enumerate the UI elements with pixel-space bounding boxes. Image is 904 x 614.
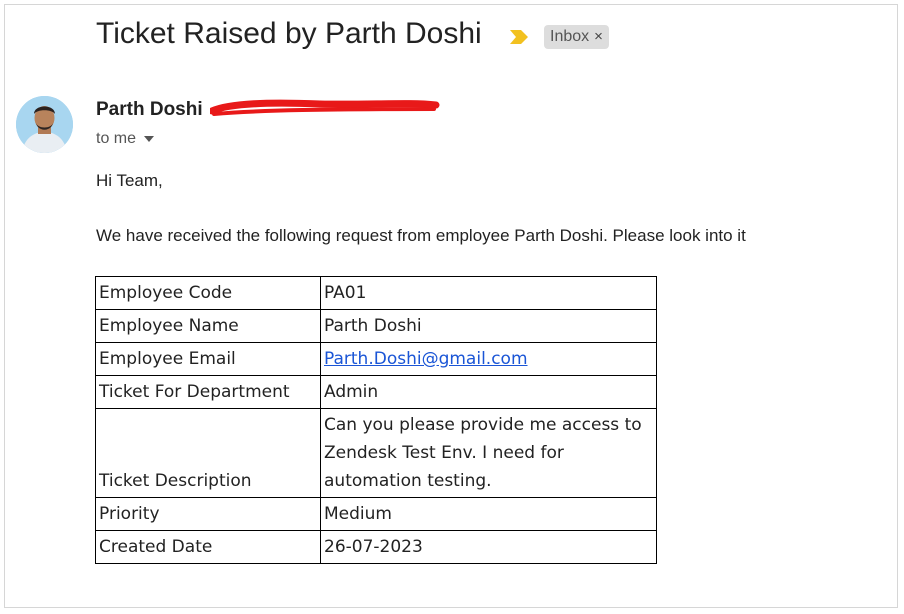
created-date-value: 26-07-2023 (320, 530, 657, 564)
ticket-details-table: Employee Code PA01 Employee Name Parth D… (95, 276, 657, 564)
table-row: Employee Name Parth Doshi (95, 309, 657, 343)
description-label: Ticket Description (95, 408, 321, 498)
inbox-label: Inbox × (544, 25, 609, 49)
table-row: Created Date 26-07-2023 (95, 530, 657, 564)
inbox-label-text: Inbox (550, 28, 590, 45)
description-line: Can you please provide me access to (324, 415, 642, 435)
importance-marker-icon[interactable] (509, 29, 529, 45)
employee-code-value: PA01 (320, 276, 657, 310)
sender-avatar[interactable] (16, 96, 73, 153)
table-row: Employee Email Parth.Doshi@gmail.com (95, 342, 657, 376)
employee-name-value: Parth Doshi (320, 309, 657, 343)
email-greeting: Hi Team, (96, 171, 163, 190)
email-subject: Ticket Raised by Parth Doshi (96, 17, 482, 50)
chevron-down-icon[interactable] (144, 135, 155, 142)
employee-email-cell: Parth.Doshi@gmail.com (320, 342, 657, 376)
description-line: automation testing. (324, 471, 492, 491)
description-line: Zendesk Test Env. I need for (324, 443, 564, 463)
priority-label: Priority (95, 497, 321, 531)
table-row: Ticket For Department Admin (95, 375, 657, 409)
department-value: Admin (320, 375, 657, 409)
priority-value: Medium (320, 497, 657, 531)
person-avatar-icon (16, 96, 73, 153)
sender-name: Parth Doshi (96, 99, 203, 120)
employee-code-label: Employee Code (95, 276, 321, 310)
recipient-line[interactable]: to me (96, 130, 155, 148)
created-date-label: Created Date (95, 530, 321, 564)
table-row: Employee Code PA01 (95, 276, 657, 310)
employee-email-link[interactable]: Parth.Doshi@gmail.com (324, 349, 528, 369)
redaction-mark (210, 99, 440, 116)
remove-label-icon[interactable]: × (594, 28, 603, 45)
employee-name-label: Employee Name (95, 309, 321, 343)
table-row: Priority Medium (95, 497, 657, 531)
description-value: Can you please provide me access to Zend… (320, 408, 657, 498)
employee-email-label: Employee Email (95, 342, 321, 376)
department-label: Ticket For Department (95, 375, 321, 409)
recipient-text: to me (96, 130, 137, 147)
table-row: Ticket Description Can you please provid… (95, 408, 657, 498)
email-intro: We have received the following request f… (96, 226, 746, 245)
